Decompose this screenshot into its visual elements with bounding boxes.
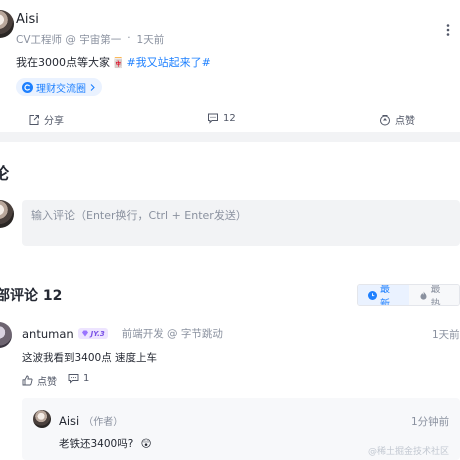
comment-button[interactable]: 12 xyxy=(207,112,236,124)
level-label: JY.3 xyxy=(90,329,105,338)
reply-emoji: 😲 xyxy=(140,438,152,450)
comment-like-label: 点赞 xyxy=(37,377,57,388)
like-label: 点赞 xyxy=(395,116,415,127)
comment-author-name[interactable]: antuman xyxy=(22,327,74,341)
all-comments-count: 12 xyxy=(42,288,63,304)
reply-time: 1分钟前 xyxy=(411,416,450,428)
comment-section-title: 论 xyxy=(0,164,10,183)
reply-header: Aisi （作者） xyxy=(59,413,124,429)
meta-separator: · xyxy=(127,32,131,44)
all-comments-title: 部评论 12 xyxy=(0,285,62,305)
gem-icon xyxy=(81,330,89,337)
sort-toggle: 最新 最热 xyxy=(357,284,460,306)
comment-reply-button[interactable]: 1 xyxy=(68,373,89,384)
post-author-meta: CV工程师 @ 宇宙第一 · 1天前 xyxy=(16,32,164,47)
reply-text: 老铁还3400吗? xyxy=(59,438,134,450)
post-author-avatar[interactable] xyxy=(0,10,14,38)
share-button[interactable]: 分享 xyxy=(28,112,64,127)
comment-author-avatar[interactable] xyxy=(0,322,12,348)
like-icon xyxy=(379,114,391,126)
section-divider xyxy=(0,132,460,142)
post-content: 我在3000点等大家 🀄 #我又站起来了# xyxy=(16,54,211,70)
comment-header: antuman JY.3 前端开发 @ 字节跳动 xyxy=(22,326,223,341)
chevron-right-icon xyxy=(89,83,96,92)
comment-time: 1天前 xyxy=(432,329,460,341)
sort-latest-label: 最新 xyxy=(380,284,390,306)
all-comments-heading: 部评论 xyxy=(0,288,38,304)
post-content-text: 我在3000点等大家 xyxy=(16,56,110,69)
post-hashtag[interactable]: #我又站起来了# xyxy=(126,56,210,69)
reply-icon xyxy=(68,373,79,384)
comment-icon xyxy=(207,112,219,124)
comment-author-job: 前端开发 @ 字节跳动 xyxy=(121,328,223,340)
comment-count: 12 xyxy=(223,112,236,124)
comment-reply-count: 1 xyxy=(83,373,90,384)
comment-like-button[interactable]: 点赞 xyxy=(22,373,57,388)
post-time: 1天前 xyxy=(136,34,165,46)
watermark: @稀土掘金技术社区 xyxy=(368,447,450,457)
thumbs-up-icon xyxy=(22,375,33,386)
flame-icon xyxy=(419,291,428,300)
post-author-job: CV工程师 @ 宇宙第一 xyxy=(16,34,122,46)
comment-input[interactable]: 输入评论（Enter换行，Ctrl + Enter发送） xyxy=(22,200,460,246)
post-author-name[interactable]: Aisi xyxy=(16,12,39,27)
current-user-avatar xyxy=(0,200,14,228)
sort-hottest-label: 最热 xyxy=(430,284,441,306)
circle-tag-label: 理财交流圈 xyxy=(36,83,86,95)
comment-input-placeholder: 输入评论（Enter换行，Ctrl + Enter发送） xyxy=(31,209,247,222)
share-label: 分享 xyxy=(44,116,64,127)
level-badge: JY.3 xyxy=(77,328,108,339)
like-button[interactable]: 点赞 xyxy=(379,112,415,127)
share-icon xyxy=(28,114,40,126)
clock-icon xyxy=(368,290,377,300)
reply-author-name[interactable]: Aisi xyxy=(59,414,79,428)
reply-author-role: （作者） xyxy=(83,417,124,428)
circle-tag-icon xyxy=(22,81,33,93)
circle-tag[interactable]: 理财交流圈 xyxy=(16,78,102,96)
reply-text-line: 老铁还3400吗? 😲 xyxy=(59,436,152,451)
sort-hottest-button[interactable]: 最热 xyxy=(408,284,459,306)
more-options-icon[interactable] xyxy=(440,22,456,38)
comment-text: 这波我看到3400点 速度上车 xyxy=(22,352,158,364)
sort-latest-button[interactable]: 最新 xyxy=(358,285,409,305)
reply-author-avatar[interactable] xyxy=(33,410,51,428)
post-content-emoji: 🀄 xyxy=(112,58,125,69)
